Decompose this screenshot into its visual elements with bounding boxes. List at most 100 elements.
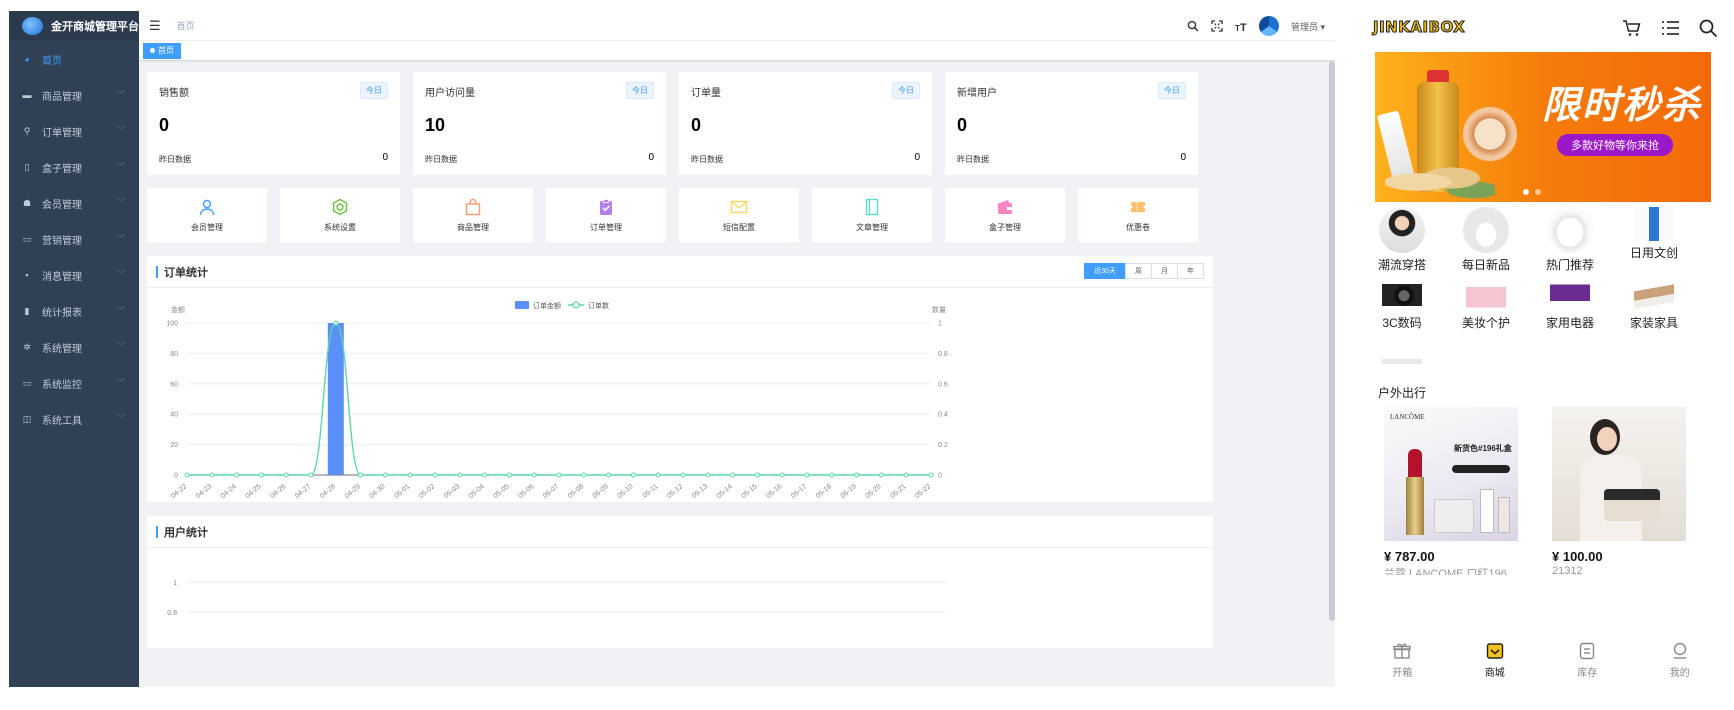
tag-home[interactable]: 首页	[143, 42, 181, 59]
product-price: ¥ 787.00	[1384, 549, 1435, 564]
user-avatar[interactable]	[1258, 16, 1279, 36]
line-point[interactable]	[234, 472, 240, 478]
legend-bar-swatch[interactable]	[515, 301, 529, 309]
line-point[interactable]	[506, 472, 512, 478]
line-point[interactable]	[382, 472, 388, 478]
panel-accent-bar	[156, 265, 158, 278]
sidebar-item[interactable]: ☗ 会员管理 ﹀	[9, 185, 139, 221]
category-item[interactable]: 日用文创	[1608, 207, 1700, 261]
bar-mark[interactable]	[327, 323, 344, 475]
line-point[interactable]	[705, 472, 711, 478]
line-point[interactable]	[358, 472, 364, 478]
shortcut-card[interactable]: 系统设置	[280, 188, 400, 242]
sidebar-item[interactable]: ▭ 系统监控 ﹀	[9, 365, 139, 401]
sidebar-item[interactable]: ⚲ 订单管理 ﹀	[9, 113, 139, 149]
stat-foot-value: 0	[914, 152, 920, 163]
line-point[interactable]	[258, 472, 264, 478]
line-point[interactable]	[829, 472, 835, 478]
main-scrollbar[interactable]	[1329, 61, 1335, 621]
sidebar-item[interactable]: ▯ 盒子管理 ﹀	[9, 149, 139, 185]
banner-cta[interactable]: 多款好物等你来抢	[1557, 134, 1673, 156]
fullscreen-icon[interactable]	[1211, 20, 1223, 32]
product-card[interactable]: ¥ 100.00 21312	[1552, 407, 1686, 575]
profile-icon	[1673, 642, 1686, 659]
sidebar-item[interactable]: ▮ 统计报表 ﹀	[9, 293, 139, 329]
sidebar-item[interactable]: ◕ 首页	[9, 41, 139, 77]
line-point[interactable]	[283, 472, 289, 478]
user-menu[interactable]: 管理员 ▾	[1291, 20, 1325, 33]
font-size-icon[interactable]: TT	[1235, 20, 1247, 32]
shortcut-card[interactable]: 盒子管理	[945, 188, 1065, 242]
shortcut-card[interactable]: 优惠卷	[1078, 188, 1198, 242]
line-point[interactable]	[482, 472, 488, 478]
range-button[interactable]: 年	[1177, 263, 1204, 279]
line-point[interactable]	[680, 472, 686, 478]
line-point[interactable]	[333, 320, 339, 326]
line-point[interactable]	[432, 472, 438, 478]
range-button[interactable]: 周	[1125, 263, 1152, 279]
sidebar-item[interactable]: ▬ 商品管理 ﹀	[9, 77, 139, 113]
line-point[interactable]	[606, 472, 612, 478]
search-icon[interactable]	[1698, 18, 1718, 38]
carousel-dot[interactable]	[1523, 189, 1529, 195]
category-item[interactable]: 热门推荐	[1524, 207, 1616, 273]
brand-logo[interactable]: JINKAIBOX	[1372, 18, 1465, 37]
tab-item[interactable]: 开箱	[1356, 633, 1449, 687]
line-point[interactable]	[903, 472, 909, 478]
hamburger-icon[interactable]: ☰	[149, 19, 161, 32]
app-logo[interactable]: 金开商城管理平台	[9, 11, 139, 41]
category-item[interactable]: 潮流穿搭	[1356, 207, 1448, 273]
sidebar-item[interactable]: ▪ 消息管理 ﹀	[9, 257, 139, 293]
tab-item[interactable]: 我的	[1634, 633, 1727, 687]
shortcut-card[interactable]: 商品管理	[413, 188, 533, 242]
line-point[interactable]	[779, 472, 785, 478]
sidebar-item[interactable]: ▭ 营销管理 ﹀	[9, 221, 139, 257]
line-point[interactable]	[531, 472, 537, 478]
breadcrumb[interactable]: 首页	[177, 19, 195, 32]
category-item[interactable]: 美妆个护	[1440, 277, 1532, 331]
search-icon[interactable]	[1187, 20, 1199, 32]
line-point[interactable]	[878, 472, 884, 478]
line-point[interactable]	[581, 472, 587, 478]
shortcut-card[interactable]: 短信配置	[679, 188, 799, 242]
line-point[interactable]	[209, 472, 215, 478]
shortcut-card[interactable]: 文章管理	[812, 188, 932, 242]
tab-item[interactable]: 库存	[1541, 633, 1634, 687]
line-series	[186, 322, 932, 476]
sidebar-item[interactable]: ◫ 系统工具 ﹀	[9, 401, 139, 437]
line-point[interactable]	[804, 472, 810, 478]
product-card[interactable]: LANCÔME 新货色#196礼盒 ¥ 787.00 兰蔻 LANCOME 口红…	[1384, 407, 1518, 575]
line-point[interactable]	[556, 472, 562, 478]
category-item[interactable]: 3C数码	[1356, 277, 1448, 331]
user-chart-svg: 1 0.8	[167, 580, 947, 617]
category-item[interactable]: 家装家具	[1608, 277, 1700, 331]
line-point[interactable]	[730, 472, 736, 478]
cart-icon[interactable]	[1622, 18, 1642, 38]
category-item[interactable]: 每日新品	[1440, 207, 1532, 273]
line-point[interactable]	[928, 472, 934, 478]
category-item[interactable]: 家用电器	[1524, 277, 1616, 331]
sidebar-item[interactable]: ✲ 系统管理 ﹀	[9, 329, 139, 365]
shortcut-card[interactable]: 订单管理	[546, 188, 666, 242]
line-point[interactable]	[754, 472, 760, 478]
carousel-dots[interactable]	[1523, 189, 1541, 195]
tab-item[interactable]: 商城	[1449, 633, 1542, 687]
line-point[interactable]	[308, 472, 314, 478]
category-item[interactable]: 户外出行	[1356, 347, 1448, 401]
line-point[interactable]	[457, 472, 463, 478]
line-point[interactable]	[630, 472, 636, 478]
tab-label: 商城	[1484, 668, 1505, 679]
range-button[interactable]: 近30天	[1084, 263, 1126, 279]
line-point[interactable]	[184, 472, 190, 478]
line-point[interactable]	[407, 472, 413, 478]
range-button[interactable]: 月	[1151, 263, 1178, 279]
line-point[interactable]	[854, 472, 860, 478]
sidebar-item-label: 会员管理	[42, 199, 82, 211]
promo-banner[interactable]: 限时秒杀 多款好物等你来抢	[1375, 52, 1711, 202]
shortcut-card[interactable]: 会员管理	[147, 188, 267, 242]
carousel-dot[interactable]	[1535, 189, 1541, 195]
line-point[interactable]	[655, 472, 661, 478]
list-icon[interactable]	[1660, 18, 1680, 38]
chevron-down-icon: ﹀	[117, 342, 125, 351]
dashboard-content: 销售额 今日 0 昨日数据 0 用户访问量 今日 10 昨日数据 0 订单量 今日 0 昨日数据 0 新增用户…	[139, 61, 1325, 687]
